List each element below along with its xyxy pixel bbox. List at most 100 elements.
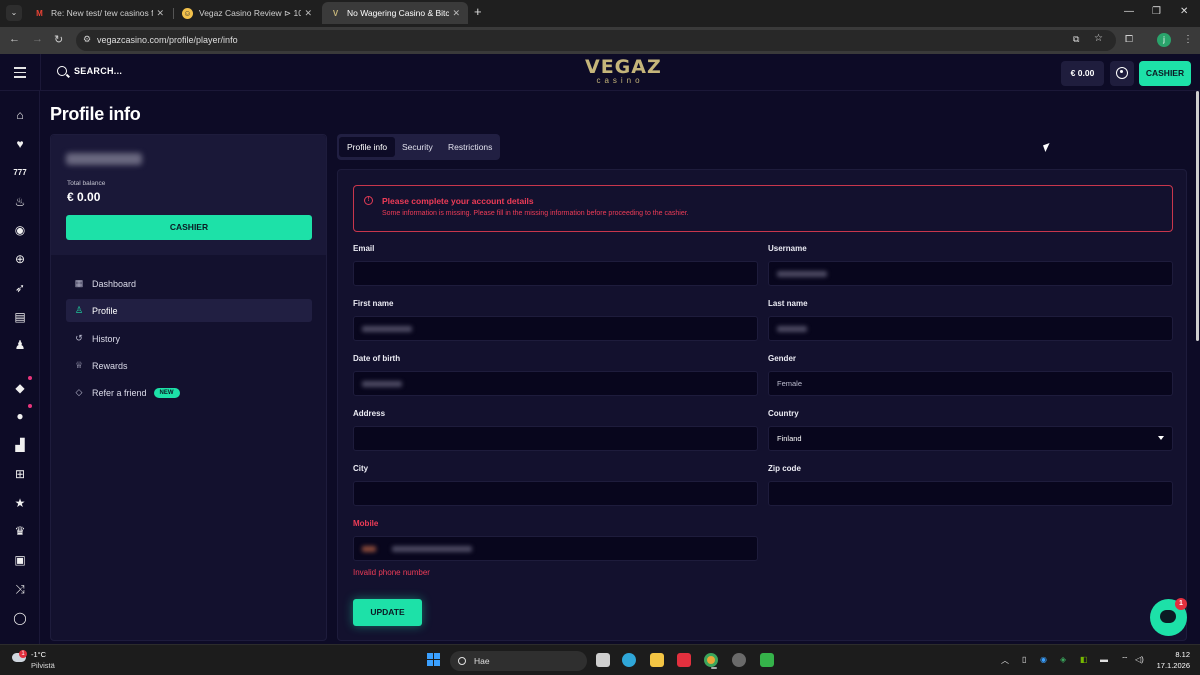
- affiliate-icon[interactable]: ⤨: [13, 582, 27, 596]
- update-button[interactable]: UPDATE: [353, 599, 422, 626]
- tab-restrictions[interactable]: Restrictions: [440, 137, 500, 157]
- vegaz-favicon-icon: V: [332, 8, 339, 18]
- alert-title: Please complete your account details: [382, 196, 534, 206]
- sidebar-item-dashboard[interactable]: ▦ Dashboard: [66, 272, 312, 295]
- windows-start-icon[interactable]: [427, 653, 441, 667]
- username-field[interactable]: [768, 261, 1173, 286]
- sidebar-cashier-button[interactable]: CASHIER: [66, 215, 312, 240]
- diamond-icon[interactable]: ◆: [13, 381, 27, 395]
- browser-tab-gmail[interactable]: M Re: New test/ tew casinos for te ✕: [26, 2, 172, 24]
- file-explorer-icon[interactable]: [650, 653, 664, 667]
- mobile-label: Mobile: [353, 519, 379, 528]
- reload-icon[interactable]: ↻: [54, 33, 63, 46]
- page-scrollbar[interactable]: [1196, 91, 1199, 341]
- city-field[interactable]: [353, 481, 758, 506]
- install-app-icon[interactable]: ⧉: [1073, 34, 1079, 45]
- gender-field[interactable]: Female: [768, 371, 1173, 396]
- url-field[interactable]: ⚙ vegazcasino.com/profile/player/info ⧉ …: [76, 30, 1116, 51]
- profile-avatar[interactable]: j: [1157, 33, 1171, 47]
- forward-arrow-icon[interactable]: →: [32, 33, 43, 45]
- weather-temperature[interactable]: -1°C: [31, 650, 46, 659]
- maximize-icon[interactable]: ❐: [1152, 6, 1161, 17]
- tab-security[interactable]: Security: [394, 137, 441, 157]
- account-button[interactable]: [1110, 61, 1134, 86]
- sidebar-item-history[interactable]: ↺ History: [66, 327, 312, 350]
- crown-icon[interactable]: ♛: [13, 524, 27, 538]
- tab-profile-info[interactable]: Profile info: [339, 137, 396, 157]
- star-icon[interactable]: ★: [13, 496, 27, 510]
- messaging-app-icon[interactable]: [760, 653, 774, 667]
- nvidia-icon[interactable]: ◧: [1080, 655, 1088, 664]
- heart-icon[interactable]: ♥: [13, 137, 27, 151]
- sidebar-item-label: Refer a friend: [92, 387, 147, 398]
- slot-777-icon[interactable]: 777: [13, 166, 27, 180]
- weather-description[interactable]: Pilvistä: [31, 661, 55, 670]
- country-select[interactable]: Finland: [768, 426, 1173, 451]
- mobile-field[interactable]: [353, 536, 758, 561]
- browser-tab-vegaz[interactable]: V No Wagering Casino & Bitcoin ✕: [322, 2, 468, 24]
- sidebar-item-refer-a-friend[interactable]: ◇ Refer a friend NEW: [66, 381, 312, 404]
- flame-icon[interactable]: ♨: [13, 195, 27, 209]
- browser-tab-review[interactable]: ☺ Vegaz Casino Review ⊳ 100% u ✕: [174, 2, 320, 24]
- close-window-icon[interactable]: ✕: [1180, 6, 1188, 17]
- chrome-icon[interactable]: [704, 653, 718, 669]
- back-arrow-icon[interactable]: ←: [9, 33, 20, 45]
- first-name-field[interactable]: [353, 316, 758, 341]
- home-icon[interactable]: ⌂: [13, 108, 27, 122]
- alert-circle-icon: !: [364, 196, 373, 205]
- tab-close-icon[interactable]: ✕: [156, 8, 164, 19]
- hamburger-menu-icon[interactable]: [14, 67, 26, 81]
- basketball-icon[interactable]: ⊕: [13, 252, 27, 266]
- casino-chip-icon[interactable]: ◉: [13, 223, 27, 237]
- sidebar-item-profile[interactable]: ♙ Profile: [66, 299, 312, 322]
- search-button[interactable]: SEARCH...: [57, 66, 122, 76]
- minimize-icon[interactable]: —: [1124, 6, 1134, 17]
- leaderboard-icon[interactable]: ▟: [13, 438, 27, 452]
- cards-icon[interactable]: ▤: [13, 310, 27, 324]
- tab-list-chevron-icon[interactable]: ⌄: [6, 5, 22, 21]
- new-tab-button[interactable]: +: [474, 4, 482, 19]
- chevron-down-icon: [1158, 436, 1164, 440]
- drop-icon[interactable]: ●: [13, 409, 27, 423]
- storage-icon[interactable]: ▬: [1100, 655, 1108, 664]
- live-dealer-icon[interactable]: ♟: [13, 338, 27, 352]
- sidebar-item-rewards[interactable]: ♕ Rewards: [66, 354, 312, 377]
- clock-date[interactable]: 17.1.2026: [1146, 661, 1190, 670]
- extensions-icon[interactable]: ⧠: [1125, 34, 1133, 45]
- clock-time[interactable]: 8.12: [1156, 650, 1190, 659]
- usb-icon[interactable]: ▯: [1022, 655, 1026, 664]
- vpn-icon[interactable]: ◈: [1060, 655, 1066, 664]
- taskbar-search-field[interactable]: Hae: [450, 651, 587, 671]
- screenshot-tool-icon[interactable]: [732, 653, 746, 667]
- chat-icon[interactable]: ◯: [13, 611, 27, 625]
- header-balance[interactable]: € 0.00: [1061, 61, 1104, 86]
- address-field[interactable]: [353, 426, 758, 451]
- email-field[interactable]: [353, 261, 758, 286]
- gift-icon[interactable]: ⊞: [13, 467, 27, 481]
- vivaldi-icon[interactable]: [677, 653, 691, 667]
- header-cashier-button[interactable]: CASHIER: [1139, 61, 1191, 86]
- notification-dot: [28, 376, 32, 380]
- bookmark-star-icon[interactable]: ☆: [1094, 33, 1103, 44]
- wallet-icon[interactable]: ▣: [13, 553, 27, 567]
- profile-form: ! Please complete your account details S…: [337, 169, 1187, 641]
- volume-icon[interactable]: ◁): [1135, 655, 1144, 664]
- tray-overflow-chevron-icon[interactable]: ︿: [1001, 655, 1009, 666]
- date-of-birth-field[interactable]: [353, 371, 758, 396]
- vegaz-logo[interactable]: VEGAZ casino: [585, 58, 661, 85]
- city-label: City: [353, 464, 369, 473]
- tab-close-icon[interactable]: ✕: [304, 8, 312, 19]
- user-circle-icon: [1116, 67, 1128, 79]
- browser-menu-icon[interactable]: ⋮: [1183, 34, 1193, 45]
- first-name-label: First name: [353, 299, 394, 308]
- defender-icon[interactable]: ◉: [1040, 655, 1047, 664]
- tab-close-icon[interactable]: ✕: [452, 8, 460, 19]
- wifi-icon[interactable]: ⌔: [1121, 655, 1129, 665]
- edge-icon[interactable]: [622, 653, 636, 667]
- last-name-field[interactable]: [768, 316, 1173, 341]
- task-view-icon[interactable]: [596, 653, 610, 667]
- site-info-icon[interactable]: ⚙: [83, 34, 91, 45]
- rocket-icon[interactable]: ➶: [13, 281, 27, 295]
- review-site-icon: ☺: [182, 7, 193, 19]
- zip-code-field[interactable]: [768, 481, 1173, 506]
